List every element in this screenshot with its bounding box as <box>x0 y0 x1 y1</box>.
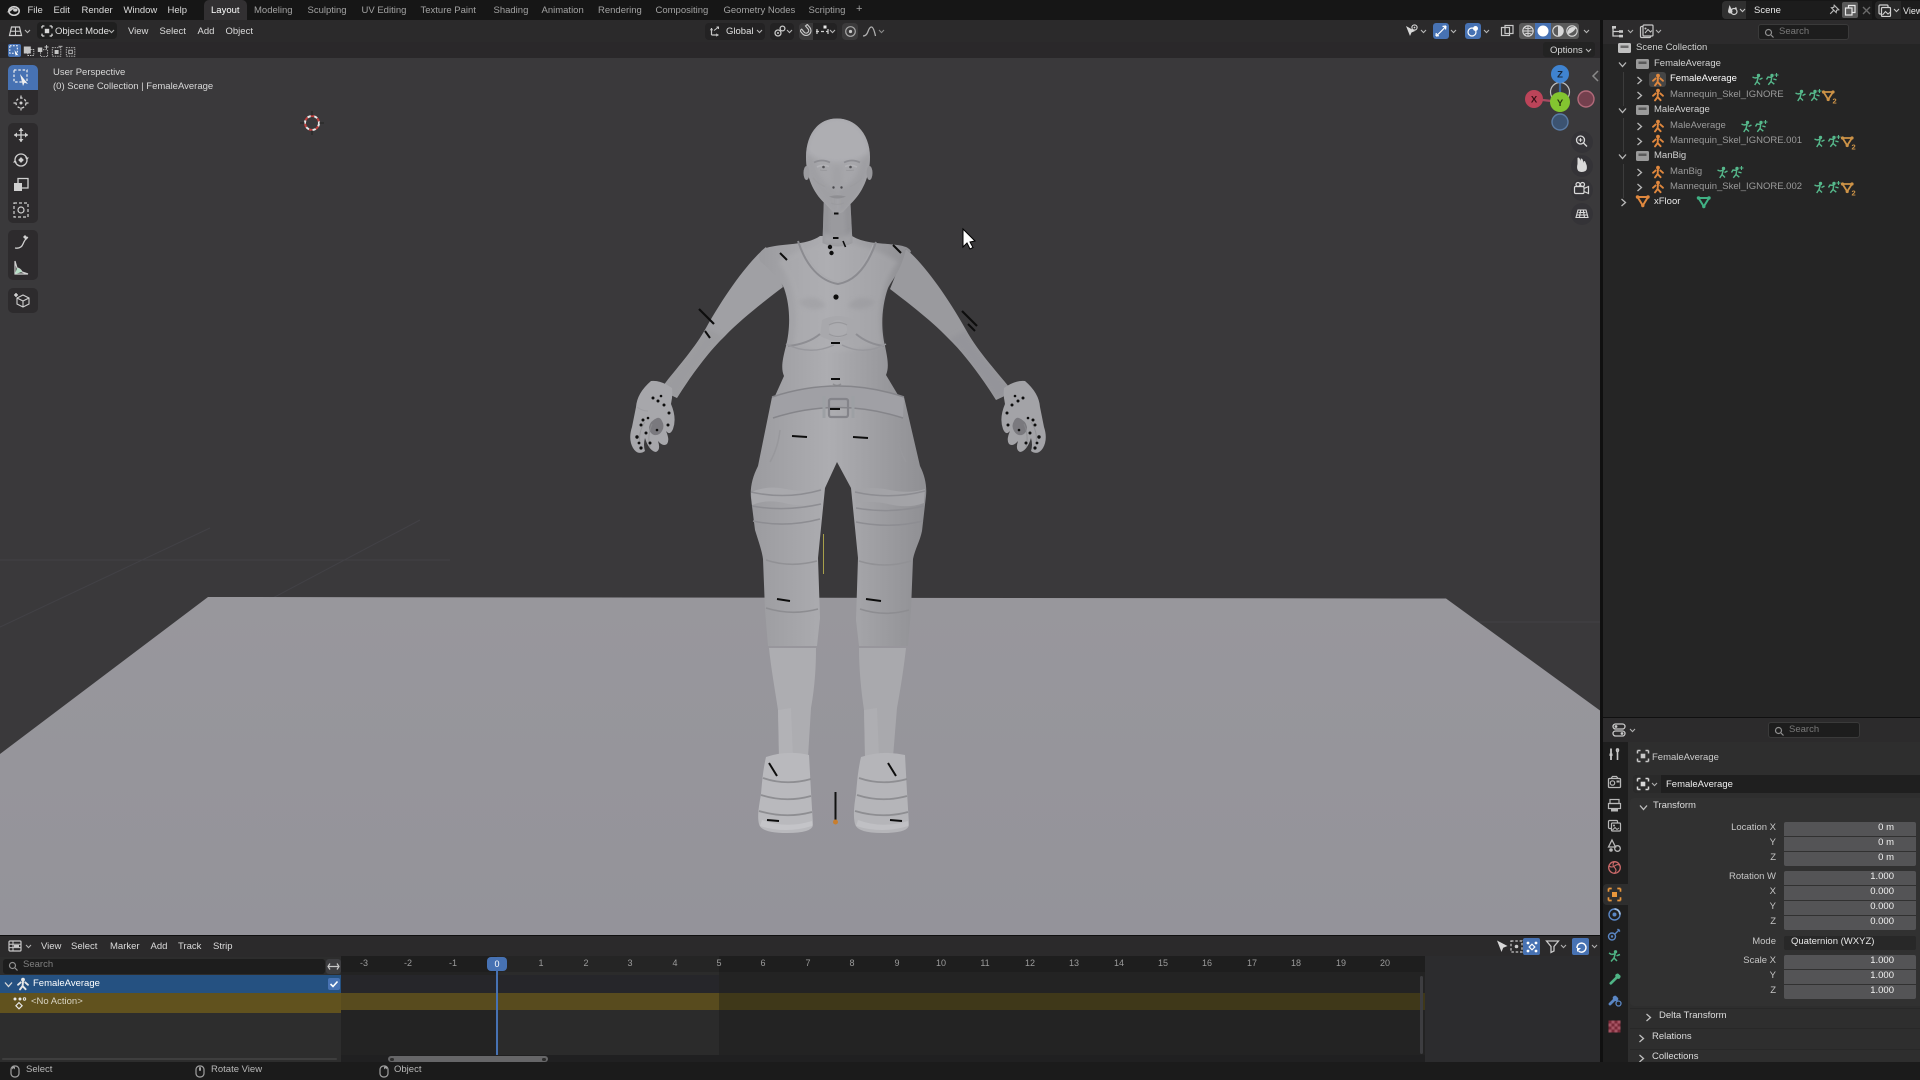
svg-text:2: 2 <box>1852 189 1856 197</box>
svg-text:Y: Y <box>1557 98 1564 109</box>
svg-text:Z: Z <box>1557 70 1563 81</box>
svg-text:X: X <box>1531 95 1538 106</box>
svg-text:2: 2 <box>1852 143 1856 151</box>
svg-text:2: 2 <box>1833 97 1837 105</box>
